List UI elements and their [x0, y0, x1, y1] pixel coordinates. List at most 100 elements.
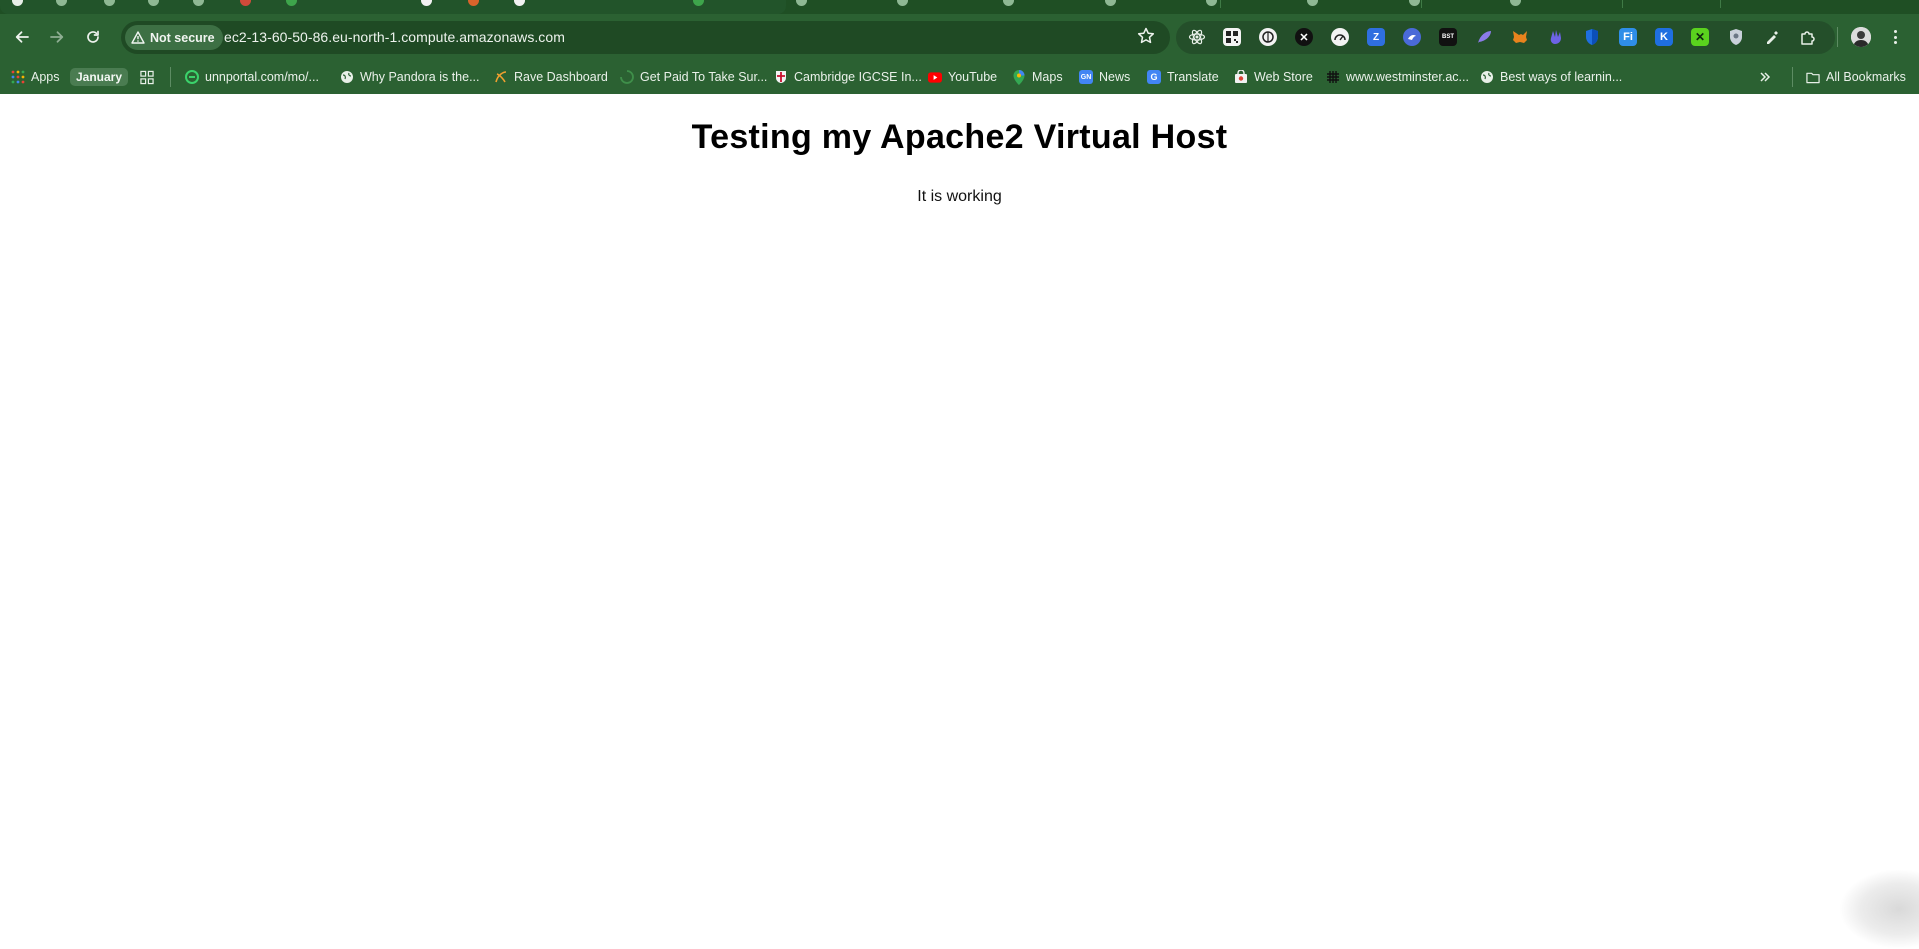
bookmark-label: YouTube: [948, 70, 998, 84]
tab-separator: [1220, 0, 1221, 8]
green-x-icon[interactable]: ✕: [1691, 28, 1709, 46]
bookmark-label: Translate: [1167, 70, 1219, 84]
bookmark-label: Why Pandora is the...: [360, 70, 480, 84]
bookmarks-divider: [1792, 67, 1793, 87]
bookmark-item[interactable]: G Translate: [1147, 66, 1219, 88]
shield-icon[interactable]: [1583, 28, 1601, 46]
globe-icon: [1480, 70, 1494, 84]
bookmark-item[interactable]: YouTube: [928, 66, 997, 88]
page-status-text: It is working: [917, 188, 1002, 205]
avatar[interactable]: [1851, 27, 1871, 47]
bookmark-label: Best ways of learnin...: [1500, 70, 1623, 84]
chevron-double-right-icon: [1758, 70, 1772, 84]
bookmarks-divider: [170, 67, 171, 87]
bookmark-label: Rave Dashboard: [514, 70, 608, 84]
tab-groups-icon: [140, 70, 154, 84]
fi-icon[interactable]: Fi: [1619, 28, 1637, 46]
cambridge-icon: [774, 70, 788, 84]
bookmark-item[interactable]: www.westminster.ac...: [1326, 66, 1469, 88]
web-store-icon: [1234, 70, 1248, 84]
globe-green-icon: [185, 70, 199, 84]
bookmark-label: Cambridge IGCSE In...: [794, 70, 922, 84]
bookmark-item[interactable]: Web Store: [1234, 66, 1313, 88]
news-icon: GN: [1079, 70, 1093, 84]
rave-icon: [494, 70, 508, 84]
bookmark-label: unnportal.com/mo/...: [205, 70, 319, 84]
bst-icon[interactable]: BST: [1439, 28, 1457, 46]
bookmark-item[interactable]: Rave Dashboard: [494, 66, 608, 88]
bookmark-label: Web Store: [1254, 70, 1313, 84]
bookmark-apps[interactable]: Apps: [11, 66, 60, 88]
arrow-right-icon: [50, 31, 64, 43]
profile-icon: [1851, 27, 1871, 47]
reload-icon: [87, 30, 99, 43]
speedometer-icon[interactable]: [1331, 28, 1349, 46]
zotero-icon[interactable]: Z: [1367, 28, 1385, 46]
tab-group-area: [0, 0, 786, 14]
bird-icon[interactable]: [1403, 28, 1421, 46]
bookmark-item[interactable]: Why Pandora is the...: [340, 66, 480, 88]
puzzle-icon[interactable]: [1799, 28, 1817, 46]
security-label: Not secure: [150, 30, 215, 45]
tab-favicon[interactable]: [897, 0, 908, 6]
bookmarks-overflow-button[interactable]: [1758, 66, 1772, 88]
bookmark-label: www.westminster.ac...: [1346, 70, 1469, 84]
k-icon[interactable]: K: [1655, 28, 1673, 46]
tab-separator: [1622, 0, 1623, 8]
arrow-left-icon: [15, 31, 29, 43]
star-icon: [1137, 27, 1155, 44]
bookmark-label: Apps: [31, 70, 60, 84]
spinner-icon: [620, 70, 634, 84]
tab-favicon[interactable]: [1003, 0, 1014, 6]
bookmark-star-button[interactable]: [1136, 26, 1156, 51]
tab-favicon[interactable]: [1510, 0, 1521, 6]
bookmark-item[interactable]: unnportal.com/mo/...: [185, 66, 319, 88]
url-text[interactable]: ec2-13-60-50-86.eu-north-1.compute.amazo…: [224, 29, 565, 45]
bookmark-tab-groups[interactable]: [140, 66, 154, 88]
tab-favicon[interactable]: [1409, 0, 1420, 6]
folder-icon: [1806, 70, 1820, 84]
tab-separator: [1421, 0, 1422, 8]
privacy-shield-icon[interactable]: [1727, 28, 1745, 46]
tab-favicon[interactable]: [1307, 0, 1318, 6]
forward-button[interactable]: [43, 23, 71, 51]
tab-favicon[interactable]: [1206, 0, 1217, 6]
reload-button[interactable]: [79, 23, 107, 51]
bookmark-item[interactable]: Cambridge IGCSE In...: [774, 66, 922, 88]
bookmark-label: Maps: [1032, 70, 1063, 84]
apps-grid-icon: [11, 70, 25, 84]
back-button[interactable]: [8, 23, 36, 51]
x-extension-icon[interactable]: ✕: [1295, 28, 1313, 46]
bookmark-label: January: [70, 68, 129, 86]
youtube-icon: [928, 70, 942, 84]
grid-icon: [1326, 70, 1340, 84]
security-indicator[interactable]: Not secure: [125, 25, 223, 50]
bookmark-item[interactable]: Maps: [1012, 66, 1063, 88]
feather-icon[interactable]: [1475, 28, 1493, 46]
bookmark-label: News: [1099, 70, 1131, 84]
bookmark-item[interactable]: GN News: [1079, 66, 1130, 88]
metamask-icon[interactable]: [1511, 28, 1529, 46]
bookmark-folder-january[interactable]: January: [70, 66, 129, 88]
bookmark-label: Get Paid To Take Sur...: [640, 70, 768, 84]
all-bookmarks-button[interactable]: All Bookmarks: [1806, 66, 1906, 88]
toolbar-divider: [1837, 27, 1838, 47]
tab-favicon[interactable]: [1105, 0, 1116, 6]
tab-strip: [0, 0, 1919, 14]
bookmark-label: All Bookmarks: [1826, 70, 1906, 84]
translate-icon: G: [1147, 70, 1161, 84]
tab-favicon[interactable]: [796, 0, 807, 6]
maps-icon: [1012, 69, 1026, 85]
globe-icon: [340, 70, 354, 84]
tab-separator: [1720, 0, 1721, 8]
react-devtools-icon[interactable]: [1188, 28, 1206, 46]
hand-icon[interactable]: [1547, 28, 1565, 46]
bookmark-item[interactable]: Best ways of learnin...: [1480, 66, 1622, 88]
kebab-menu-icon[interactable]: [1890, 26, 1900, 48]
eyedropper-icon[interactable]: [1763, 28, 1781, 46]
bookmark-item[interactable]: Get Paid To Take Sur...: [620, 66, 767, 88]
circle-extension-icon[interactable]: [1259, 28, 1277, 46]
corner-shadow: [1839, 869, 1919, 949]
page-title: Testing my Apache2 Virtual Host: [691, 118, 1228, 156]
qr-code-icon[interactable]: [1223, 28, 1241, 46]
